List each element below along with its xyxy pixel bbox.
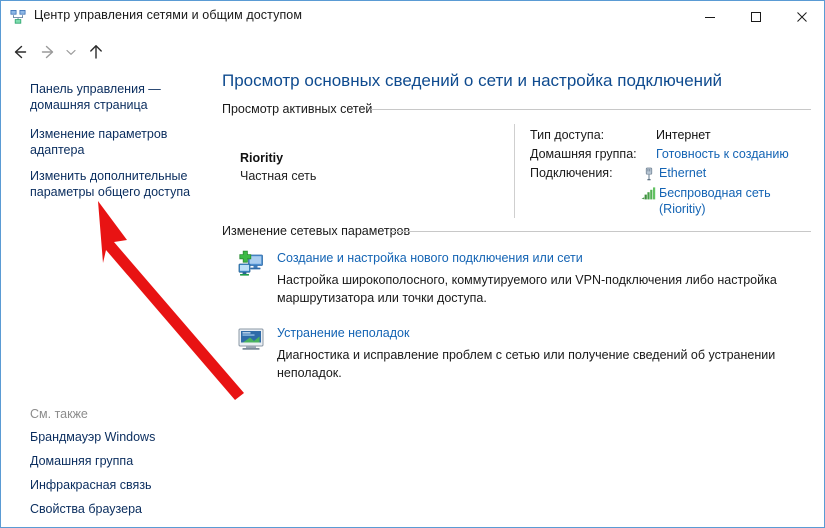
wifi-bars-icon (641, 186, 656, 200)
see-also-windows-firewall[interactable]: Брандмауэр Windows (30, 430, 155, 444)
maximize-icon (751, 11, 761, 22)
new-connection-icon (237, 250, 265, 278)
forward-button[interactable] (37, 41, 59, 63)
connection-link-ethernet[interactable]: Ethernet (659, 166, 706, 180)
active-network-type: Частная сеть (240, 169, 317, 183)
see-also-infrared[interactable]: Инфракрасная связь (30, 478, 152, 492)
back-arrow-icon (14, 45, 27, 59)
group-heading-active-networks: Просмотр активных сетей (222, 102, 373, 116)
navigation-bar: « Сеть и Интернет › Центр управления сет… (1, 33, 824, 94)
detail-label-homegroup: Домашняя группа: (530, 147, 637, 161)
chevron-down-icon (66, 49, 76, 55)
page-title: Просмотр основных сведений о сети и наст… (222, 71, 723, 90)
sidebar-item-control-panel-home[interactable]: Панель управления — домашняя страница (30, 81, 210, 113)
see-also-internet-options[interactable]: Свойства браузера (30, 502, 142, 516)
see-also-heading: См. также (30, 407, 88, 421)
group-heading-change-settings: Изменение сетевых параметров (222, 224, 411, 238)
details-divider (514, 124, 515, 218)
minimize-button[interactable] (687, 1, 733, 32)
detail-label-connections: Подключения: (530, 166, 613, 180)
detail-value-access-type: Интернет (656, 128, 711, 142)
task-link-setup-new-connection[interactable]: Создание и настройка нового подключения … (277, 251, 583, 265)
sidebar-item-advanced-sharing-settings[interactable]: Изменить дополнительные параметры общего… (30, 168, 210, 200)
task-description-setup-new-connection: Настройка широкополосного, коммутируемог… (277, 273, 777, 305)
content-area: Панель управления — домашняя страница Из… (1, 69, 824, 527)
connection-link-wireless[interactable]: Беспроводная сеть (Rioritiy) (659, 185, 809, 217)
network-sharing-icon (10, 9, 26, 25)
active-network-name: Rioritiy (240, 151, 284, 165)
title-bar: Центр управления сетями и общим доступом (1, 1, 824, 33)
sidebar-item-change-adapter-settings[interactable]: Изменение параметров адаптера (30, 126, 210, 158)
detail-value-homegroup-link[interactable]: Готовность к созданию (656, 147, 789, 161)
minimize-icon (705, 16, 715, 18)
maximize-button[interactable] (733, 1, 779, 32)
task-description-troubleshoot: Диагностика и исправление проблем с сеть… (277, 348, 776, 380)
ethernet-plug-icon (642, 167, 656, 181)
forward-arrow-icon (41, 45, 54, 59)
back-button[interactable] (9, 41, 31, 63)
up-arrow-icon (90, 45, 102, 59)
task-link-troubleshoot[interactable]: Устранение неполадок (277, 326, 409, 340)
window-title: Центр управления сетями и общим доступом (34, 8, 303, 22)
network-sharing-center-window: Центр управления сетями и общим доступом (0, 0, 825, 528)
recent-locations-button[interactable] (63, 41, 79, 63)
close-button[interactable] (779, 1, 824, 32)
troubleshoot-icon (237, 325, 265, 353)
detail-label-access-type: Тип доступа: (530, 128, 605, 142)
main-pane: Просмотр основных сведений о сети и наст… (216, 69, 824, 527)
close-icon (797, 11, 807, 22)
group-rule (391, 231, 811, 232)
see-also-homegroup[interactable]: Домашняя группа (30, 454, 133, 468)
sidebar: Панель управления — домашняя страница Из… (1, 69, 216, 527)
up-one-level-button[interactable] (85, 41, 107, 63)
group-rule (371, 109, 811, 110)
